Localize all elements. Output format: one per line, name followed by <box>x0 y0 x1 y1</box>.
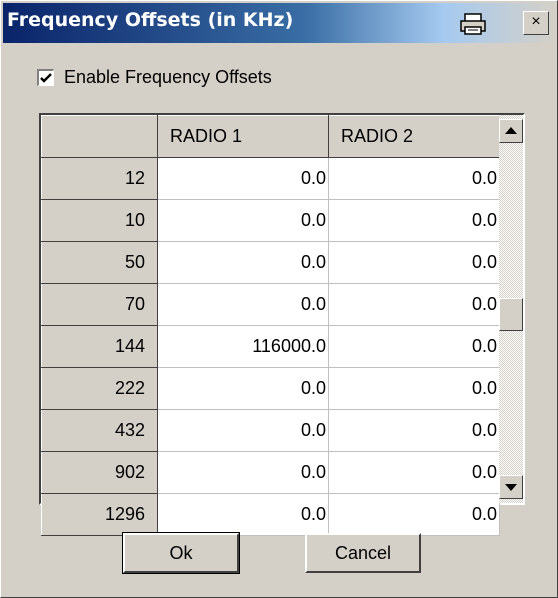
radio-2-cell[interactable]: 0.0 <box>328 451 500 494</box>
radio-1-cell[interactable]: 0.0 <box>157 157 329 200</box>
radio-1-cell[interactable]: 116000.0 <box>157 325 329 368</box>
arrow-up-icon[interactable] <box>499 119 523 143</box>
title-bar[interactable]: Frequency Offsets (in KHz) × <box>3 3 554 43</box>
row-header[interactable]: 12 <box>41 157 158 200</box>
enable-offsets-option[interactable]: Enable Frequency Offsets <box>37 65 272 89</box>
table-row: 70 0.0 0.0 <box>41 283 500 326</box>
ok-button[interactable]: Ok <box>123 533 239 573</box>
radio-1-cell[interactable]: 0.0 <box>157 283 329 326</box>
radio-2-cell[interactable]: 0.0 <box>328 199 500 242</box>
radio-1-cell[interactable]: 0.0 <box>157 367 329 410</box>
radio-2-cell[interactable]: 0.0 <box>328 409 500 452</box>
table-row: 432 0.0 0.0 <box>41 409 500 452</box>
table-row: 12 0.0 0.0 <box>41 157 500 200</box>
vertical-scrollbar[interactable] <box>499 115 523 503</box>
cancel-button[interactable]: Cancel <box>305 533 421 573</box>
grid-corner <box>41 115 158 158</box>
radio-1-cell[interactable]: 0.0 <box>157 451 329 494</box>
offsets-grid: RADIO 1 RADIO 2 12 0.0 0.0 10 0.0 0.0 50 0.0 0.0… <box>39 113 525 536</box>
row-header[interactable]: 432 <box>41 409 158 452</box>
radio-2-cell[interactable]: 0.0 <box>328 157 500 200</box>
scrollbar-thumb[interactable] <box>499 298 523 331</box>
row-header[interactable]: 1296 <box>41 493 158 536</box>
window-title: Frequency Offsets (in KHz) <box>7 9 294 31</box>
column-header-radio-1[interactable]: RADIO 1 <box>157 115 329 158</box>
table-row: 10 0.0 0.0 <box>41 199 500 242</box>
radio-1-cell[interactable]: 0.0 <box>157 241 329 284</box>
radio-1-cell[interactable]: 0.0 <box>157 409 329 452</box>
close-icon[interactable]: × <box>523 11 549 35</box>
table-row: 222 0.0 0.0 <box>41 367 500 410</box>
radio-1-cell[interactable]: 0.0 <box>157 493 329 536</box>
table-row: 144 116000.0 0.0 <box>41 325 500 368</box>
table-row: 1296 0.0 0.0 <box>41 493 500 536</box>
table-row: 902 0.0 0.0 <box>41 451 500 494</box>
radio-2-cell[interactable]: 0.0 <box>328 283 500 326</box>
radio-2-cell[interactable]: 0.0 <box>328 241 500 284</box>
row-header[interactable]: 70 <box>41 283 158 326</box>
row-header[interactable]: 144 <box>41 325 158 368</box>
radio-2-cell[interactable]: 0.0 <box>328 367 500 410</box>
column-header-radio-2[interactable]: RADIO 2 <box>328 115 500 158</box>
row-header[interactable]: 222 <box>41 367 158 410</box>
table-row: 50 0.0 0.0 <box>41 241 500 284</box>
row-header[interactable]: 10 <box>41 199 158 242</box>
radio-2-cell[interactable]: 0.0 <box>328 325 500 368</box>
checkmark-icon <box>40 72 52 83</box>
printer-icon[interactable] <box>459 13 487 35</box>
row-header[interactable]: 902 <box>41 451 158 494</box>
row-header[interactable]: 50 <box>41 241 158 284</box>
radio-2-cell[interactable]: 0.0 <box>328 493 500 536</box>
enable-offsets-checkbox[interactable] <box>37 68 54 86</box>
arrow-down-icon[interactable] <box>499 475 523 499</box>
enable-offsets-label: Enable Frequency Offsets <box>64 66 272 87</box>
radio-1-cell[interactable]: 0.0 <box>157 199 329 242</box>
frequency-offsets-dialog: Frequency Offsets (in KHz) × Enable Freq… <box>0 0 558 598</box>
